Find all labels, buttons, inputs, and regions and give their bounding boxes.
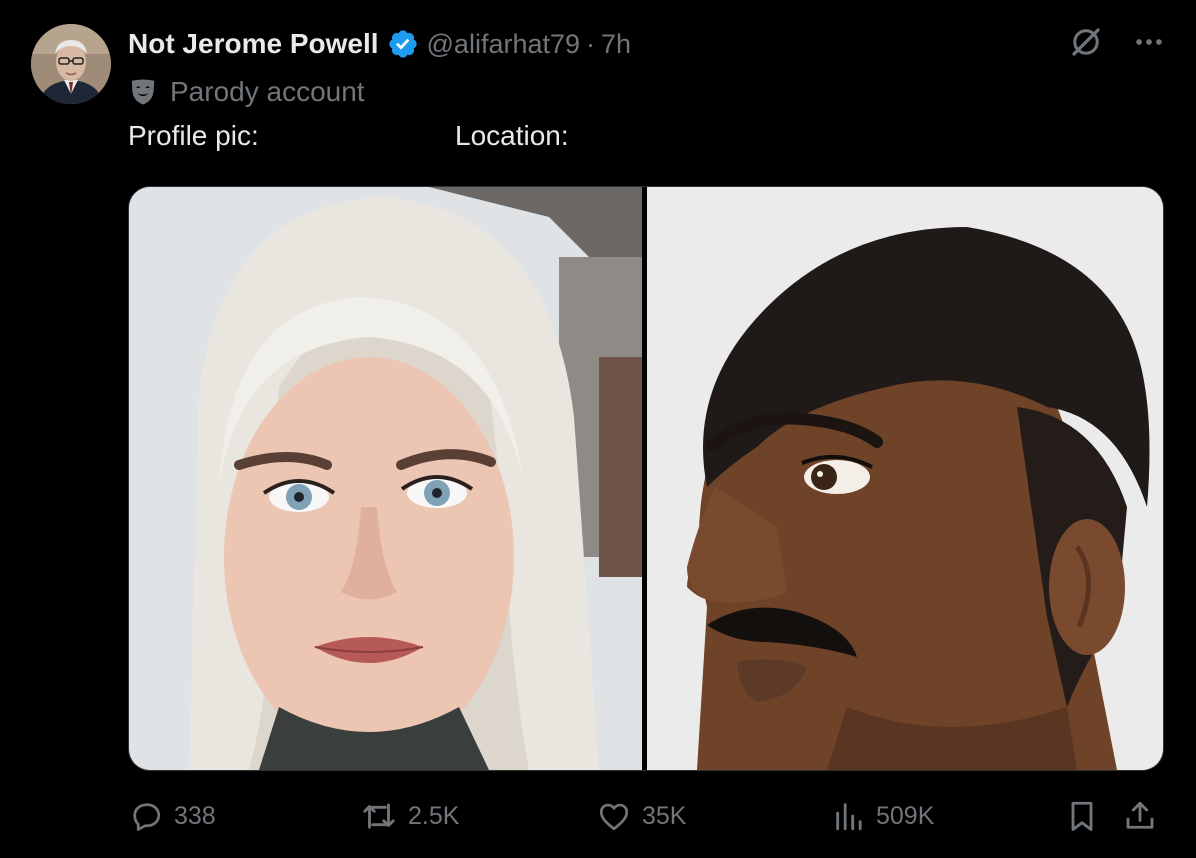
reply-count: 338 (174, 801, 216, 830)
views-count: 509K (876, 801, 935, 830)
share-button[interactable] (1122, 790, 1158, 842)
tweet-text-profile-pic: Profile pic: (128, 120, 259, 151)
reply-button[interactable]: 338 (128, 790, 216, 842)
action-bar: 338 2.5K 35K 509K (128, 790, 1168, 842)
media-photo-right[interactable] (647, 187, 1163, 770)
theater-mask-icon (131, 79, 155, 105)
parody-label: Parody account (128, 72, 365, 112)
views-button[interactable]: 509K (832, 790, 934, 842)
display-name[interactable]: Not Jerome Powell (128, 28, 379, 60)
like-count: 35K (642, 801, 687, 830)
repost-count: 2.5K (408, 801, 460, 830)
media-grid[interactable] (128, 186, 1164, 771)
avatar[interactable] (31, 24, 111, 104)
separator-dot: · (586, 28, 596, 59)
like-button[interactable]: 35K (596, 790, 686, 842)
media-photo-left[interactable] (129, 187, 642, 770)
repost-button[interactable]: 2.5K (360, 790, 459, 842)
views-icon (836, 803, 862, 831)
tweet[interactable]: Not Jerome Powell @alifarhat79 · 7h Paro… (0, 0, 1196, 858)
like-icon (599, 803, 629, 831)
tweet-text-location: Location: (455, 120, 569, 151)
reply-icon (133, 803, 161, 831)
tweet-top-actions (1068, 24, 1166, 60)
handle[interactable]: @alifarhat79 (427, 29, 581, 60)
grok-icon[interactable] (1068, 24, 1104, 60)
bookmark-icon (1071, 801, 1093, 831)
bookmark-button[interactable] (1064, 790, 1100, 842)
parody-account-text: Parody account (170, 76, 365, 107)
tweet-header: Not Jerome Powell @alifarhat79 · 7h (128, 22, 631, 66)
timestamp[interactable]: 7h (601, 29, 631, 60)
repost-icon (363, 803, 395, 829)
verified-badge-icon[interactable] (387, 28, 419, 60)
more-icon[interactable] (1132, 25, 1166, 59)
share-icon (1126, 801, 1154, 829)
